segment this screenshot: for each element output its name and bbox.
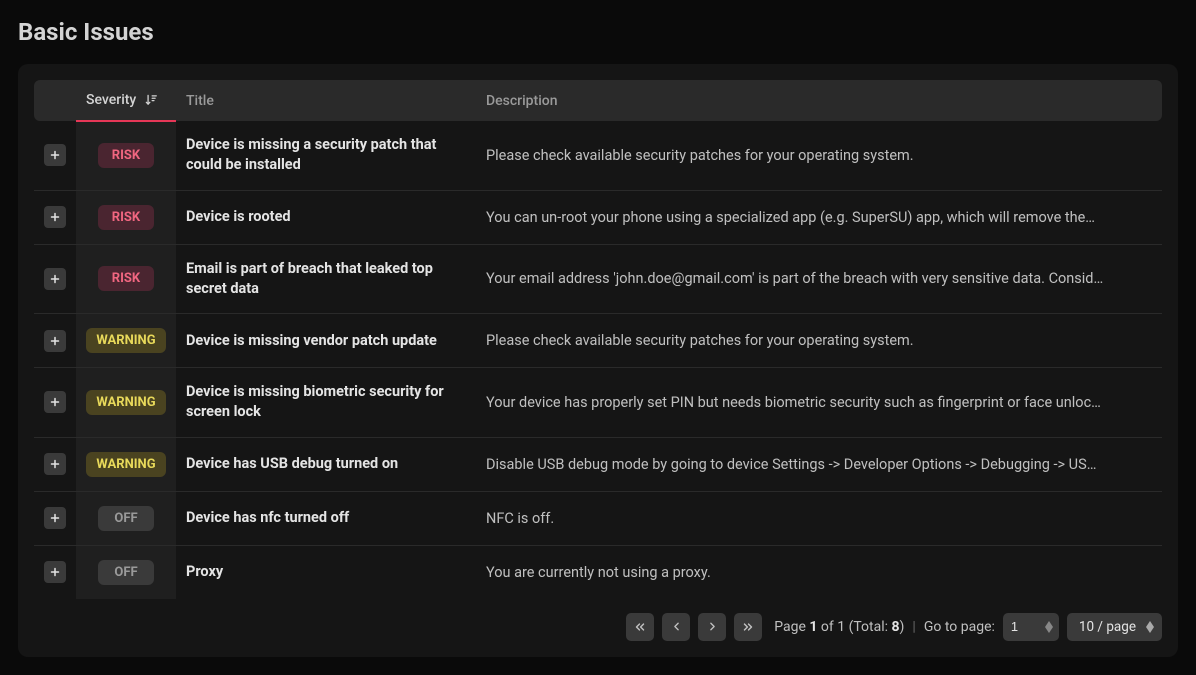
chevrons-right-icon: [741, 620, 755, 634]
plus-icon: [49, 512, 61, 524]
severity-badge: WARNING: [86, 390, 165, 415]
plus-icon: [49, 396, 61, 408]
table-row: RISK Device is rooted You can un-root your…: [34, 190, 1162, 244]
total-count: 8: [892, 619, 900, 635]
table-row: WARNING Device is missing vendor patch up…: [34, 314, 1162, 368]
col-description[interactable]: Description: [476, 80, 1162, 121]
plus-icon: [49, 566, 61, 578]
table-row: RISK Device is missing a security patch t…: [34, 121, 1162, 190]
plus-icon: [49, 211, 61, 223]
col-severity[interactable]: Severity: [76, 80, 176, 121]
page-label: Page: [774, 619, 806, 635]
expand-button[interactable]: [44, 144, 66, 166]
goto-page-input[interactable]: [1003, 613, 1059, 641]
issue-title: Device is missing biometric security for…: [186, 382, 466, 423]
chevrons-left-icon: [633, 620, 647, 634]
chevron-right-icon: [706, 620, 719, 633]
first-page-button[interactable]: [626, 613, 654, 641]
severity-badge: RISK: [98, 143, 154, 168]
expand-button[interactable]: [44, 561, 66, 583]
table-row: WARNING Device is missing biometric secur…: [34, 368, 1162, 438]
expand-button[interactable]: [44, 507, 66, 529]
expand-button[interactable]: [44, 206, 66, 228]
severity-badge: RISK: [98, 205, 154, 230]
table-row: OFF Device has nfc turned off NFC is off.: [34, 491, 1162, 545]
issues-table: Severity Title Description RISK Device is…: [34, 80, 1162, 599]
issue-title: Device has USB debug turned on: [186, 454, 466, 474]
prev-page-button[interactable]: [662, 613, 690, 641]
close-paren: ): [900, 619, 905, 635]
issue-title: Email is part of breach that leaked top …: [186, 259, 466, 300]
next-page-button[interactable]: [698, 613, 726, 641]
plus-icon: [49, 335, 61, 347]
table-row: WARNING Device has USB debug turned on Dis…: [34, 437, 1162, 491]
expand-button[interactable]: [44, 330, 66, 352]
of-label: of 1 (Total:: [821, 619, 888, 635]
issue-title: Device is missing vendor patch update: [186, 331, 466, 351]
last-page-button[interactable]: [734, 613, 762, 641]
col-expand: [34, 80, 76, 121]
issue-title: Device is missing a security patch that …: [186, 135, 466, 176]
issue-description: You can un-root your phone using a speci…: [486, 209, 1152, 226]
divider: |: [912, 619, 915, 635]
plus-icon: [49, 273, 61, 285]
sort-desc-icon: [144, 93, 158, 107]
issue-description: You are currently not using a proxy.: [486, 564, 1152, 581]
issue-description: NFC is off.: [486, 510, 1152, 527]
page-title: Basic Issues: [18, 18, 1178, 46]
expand-button[interactable]: [44, 453, 66, 475]
issue-description: Disable USB debug mode by going to devic…: [486, 456, 1152, 473]
issue-description: Please check available security patches …: [486, 332, 1152, 349]
expand-button[interactable]: [44, 391, 66, 413]
table-row: OFF Proxy You are currently not using a pr…: [34, 545, 1162, 599]
goto-label: Go to page:: [924, 619, 995, 635]
expand-button[interactable]: [44, 268, 66, 290]
page-info: Page 1 of 1 (Total: 8): [774, 619, 904, 635]
severity-badge: WARNING: [86, 452, 165, 477]
pagination: Page 1 of 1 (Total: 8) | Go to page: 10 …: [34, 613, 1162, 641]
severity-badge: RISK: [98, 266, 154, 291]
issue-title: Proxy: [186, 562, 466, 582]
col-severity-label: Severity: [86, 92, 136, 108]
chevron-left-icon: [670, 620, 683, 633]
issue-description: Your email address 'john.doe@gmail.com' …: [486, 270, 1152, 287]
severity-badge: OFF: [98, 560, 154, 585]
plus-icon: [49, 458, 61, 470]
page-size-label: 10 / page: [1079, 619, 1136, 635]
table-row: RISK Email is part of breach that leaked …: [34, 244, 1162, 314]
issues-table-container: Severity Title Description RISK Device is…: [18, 64, 1178, 657]
page-size-select[interactable]: 10 / page: [1067, 613, 1162, 641]
issue-description: Your device has properly set PIN but nee…: [486, 394, 1152, 411]
col-title[interactable]: Title: [176, 80, 476, 121]
plus-icon: [49, 149, 61, 161]
severity-badge: OFF: [98, 506, 154, 531]
issue-description: Please check available security patches …: [486, 147, 1152, 164]
issue-title: Device has nfc turned off: [186, 508, 466, 528]
issue-title: Device is rooted: [186, 207, 466, 227]
severity-badge: WARNING: [86, 328, 165, 353]
current-page: 1: [809, 619, 817, 635]
